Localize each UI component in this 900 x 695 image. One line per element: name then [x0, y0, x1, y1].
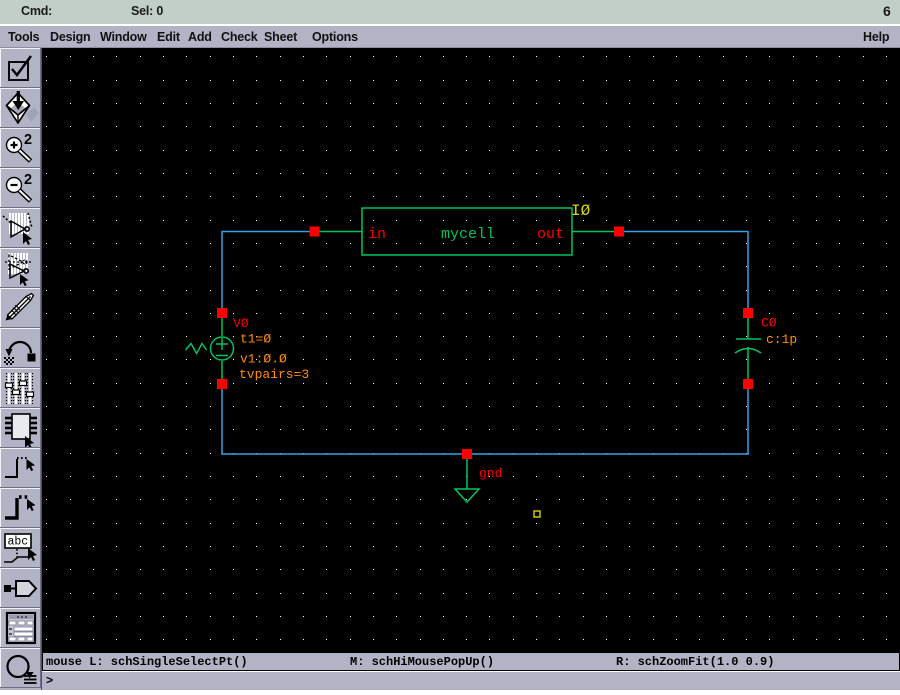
svg-text:CØ: CØ — [761, 316, 777, 331]
svg-text:2: 2 — [24, 132, 32, 148]
svg-text:mycell: mycell — [441, 226, 495, 243]
svg-text:c:1p: c:1p — [766, 332, 797, 347]
svg-text:v1:Ø.Ø: v1:Ø.Ø — [240, 352, 287, 367]
svg-text:abc: abc — [8, 536, 29, 549]
svg-text:IØ: IØ — [571, 202, 591, 220]
svg-text:2: 2 — [24, 172, 32, 188]
svg-text:VØ: VØ — [233, 316, 249, 331]
svg-text:out: out — [537, 226, 564, 243]
svg-text:tvpairs=3: tvpairs=3 — [239, 367, 309, 382]
svg-text:t1=Ø: t1=Ø — [240, 332, 271, 347]
svg-text:gnd: gnd — [479, 466, 502, 481]
svg-text:in: in — [368, 226, 386, 243]
